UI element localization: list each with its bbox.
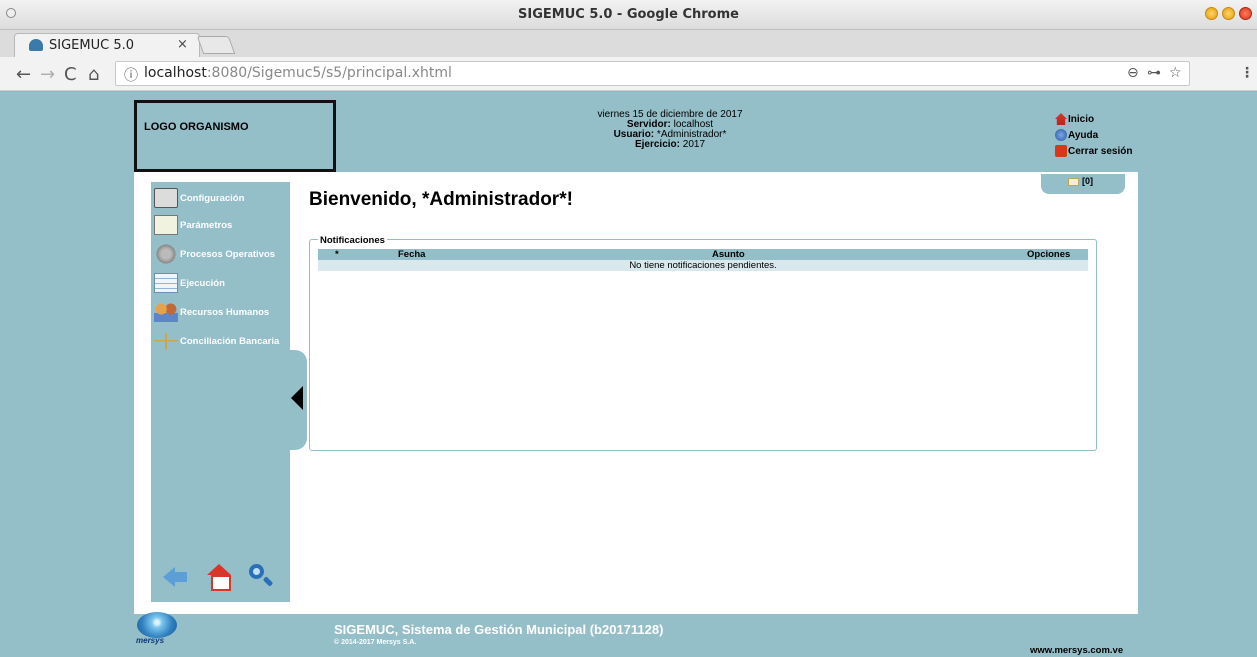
empty-message: No tiene notificaciones pendientes. <box>318 260 1088 271</box>
sidebar-item-label: Parámetros <box>180 219 233 231</box>
search-icon[interactable] <box>249 564 275 590</box>
ayuda-link[interactable]: Ayuda <box>1055 128 1132 142</box>
logout-icon <box>1055 145 1067 157</box>
notifications-legend: Notificaciones <box>318 235 387 246</box>
home-button[interactable]: ⌂ <box>88 64 99 85</box>
sidebar-item-parametros[interactable]: Parámetros <box>151 213 290 237</box>
bookmark-star-icon[interactable]: ☆ <box>1169 65 1182 81</box>
url-text[interactable]: localhost:8080/Sigemuc5/s5/principal.xht… <box>144 65 452 81</box>
page: LOGO ORGANISMO viernes 15 de diciembre d… <box>0 92 1257 657</box>
table-header: * Fecha Asunto Opciones <box>318 249 1088 260</box>
year-info: Ejercicio: 2017 <box>520 140 820 150</box>
sidebar-item-procesos-operativos[interactable]: Procesos Operativos <box>151 242 290 266</box>
cerrar-sesion-link[interactable]: Cerrar sesión <box>1055 144 1132 158</box>
notifications-tab[interactable]: [0] <box>1041 174 1125 194</box>
tab-close-icon[interactable]: × <box>177 37 188 52</box>
mersys-logo: mersys <box>134 612 180 648</box>
forward-button[interactable]: → <box>40 64 55 85</box>
logo-text: LOGO ORGANISMO <box>144 121 249 133</box>
sidebar-item-conciliacion-bancaria[interactable]: Conciliación Bancaria <box>151 329 290 353</box>
sidebar-toggle[interactable] <box>289 350 307 450</box>
password-key-icon[interactable]: ⊶ <box>1147 65 1161 81</box>
gears-icon <box>154 244 178 264</box>
cerrar-sesion-label: Cerrar sesión <box>1068 145 1133 157</box>
sidebar-item-label: Procesos Operativos <box>180 248 276 260</box>
sidebar-item-label: Configuración <box>180 192 245 204</box>
year-value: 2017 <box>682 139 706 150</box>
year-label: Ejercicio: <box>634 139 680 150</box>
window-title: SIGEMUC 5.0 - Google Chrome <box>518 7 739 22</box>
back-button[interactable]: ← <box>16 64 31 85</box>
home-icon <box>1055 113 1067 125</box>
column-header-fecha[interactable]: Fecha <box>398 249 425 260</box>
favicon-icon <box>29 39 43 51</box>
zoom-icon[interactable]: ⊖ <box>1127 65 1139 81</box>
minimize-button[interactable] <box>1205 7 1218 20</box>
maximize-button[interactable] <box>1222 7 1235 20</box>
notifications-panel: Notificaciones * Fecha Asunto Opciones N… <box>309 235 1097 451</box>
inicio-link[interactable]: Inicio <box>1055 112 1132 126</box>
browser-toolbar: ← → C ⌂ ⓘ localhost:8080/Sigemuc5/s5/pri… <box>0 57 1257 91</box>
url-path: :8080/Sigemuc5/s5/principal.xhtml <box>206 65 452 81</box>
notification-count: [0] <box>1082 176 1093 186</box>
ayuda-label: Ayuda <box>1068 129 1099 141</box>
sidebar-item-label: Conciliación Bancaria <box>180 335 280 347</box>
tab-title: SIGEMUC 5.0 <box>49 38 134 53</box>
bottom-nav <box>151 560 290 600</box>
envelope-icon <box>1068 178 1079 186</box>
inicio-label: Inicio <box>1068 113 1095 125</box>
mersys-logo-text: mersys <box>136 636 165 645</box>
organization-logo: LOGO ORGANISMO <box>134 100 336 172</box>
configuration-icon <box>154 188 178 208</box>
sidebar-item-configuracion[interactable]: Configuración <box>151 186 290 210</box>
sidebar-item-label: Recursos Humanos <box>180 306 270 318</box>
people-icon <box>154 302 178 322</box>
close-window-button[interactable] <box>1239 7 1252 20</box>
sidebar-item-ejecucion[interactable]: Ejecución <box>151 271 290 295</box>
parameters-icon <box>154 215 178 235</box>
help-icon <box>1055 129 1067 141</box>
url-host: localhost <box>144 65 207 81</box>
window-titlebar: SIGEMUC 5.0 - Google Chrome <box>0 0 1257 30</box>
tab-bar: SIGEMUC 5.0 × <box>0 30 1257 57</box>
sidebar-item-recursos-humanos[interactable]: Recursos Humanos <box>151 300 290 324</box>
scale-icon <box>154 331 178 351</box>
page-title: Bienvenido, *Administrador*! <box>309 189 573 210</box>
spreadsheet-icon <box>154 273 178 293</box>
collapse-arrow-icon <box>291 386 303 410</box>
column-header-opciones[interactable]: Opciones <box>1027 249 1070 260</box>
reload-button[interactable]: C <box>64 64 77 85</box>
browser-menu-icon[interactable]: ⋮ <box>1240 65 1254 81</box>
logo-disc-icon <box>137 612 177 638</box>
site-info-icon[interactable]: ⓘ <box>124 65 138 85</box>
session-info: viernes 15 de diciembre de 2017 Servidor… <box>520 110 820 150</box>
footer-title: SIGEMUC, Sistema de Gestión Municipal (b… <box>334 622 664 637</box>
notifications-table: * Fecha Asunto Opciones No tiene notific… <box>318 249 1088 271</box>
footer-url[interactable]: www.mersys.com.ve <box>1030 645 1123 656</box>
address-bar[interactable]: ⓘ localhost:8080/Sigemuc5/s5/principal.x… <box>115 61 1190 86</box>
column-header-star[interactable]: * <box>335 249 339 260</box>
sidebar-menu: Configuración Parámetros Procesos Operat… <box>151 182 290 602</box>
home-icon[interactable] <box>206 564 232 591</box>
sidebar-item-label: Ejecución <box>180 277 225 289</box>
column-header-asunto[interactable]: Asunto <box>712 249 745 260</box>
new-tab-button[interactable] <box>196 36 236 54</box>
footer-copyright: © 2014-2017 Mersys S.A. <box>334 639 417 646</box>
back-arrow-icon[interactable] <box>163 564 189 590</box>
header-links: Inicio Ayuda Cerrar sesión <box>1055 112 1132 160</box>
browser-tab[interactable]: SIGEMUC 5.0 × <box>14 33 200 57</box>
